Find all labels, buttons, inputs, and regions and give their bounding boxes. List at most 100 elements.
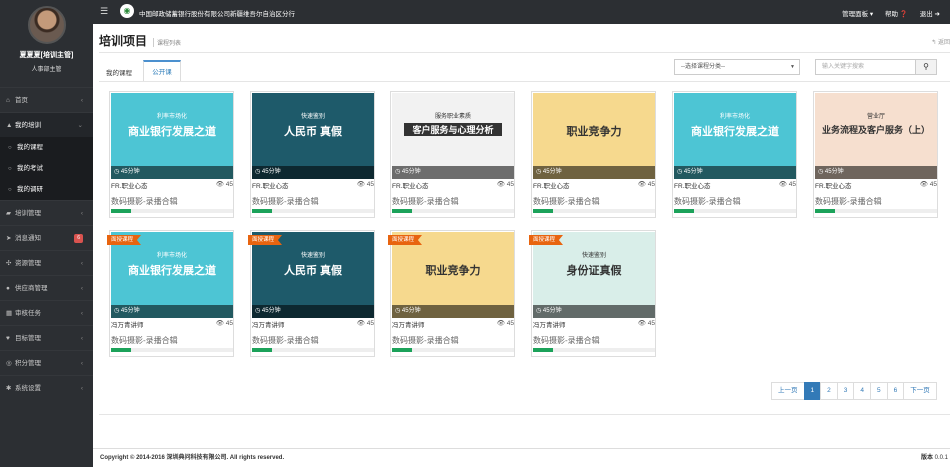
- course-author: FR.职业心态: [674, 183, 711, 190]
- progress-bar: [392, 209, 514, 213]
- divider: [99, 81, 950, 82]
- progress-bar: [111, 209, 233, 213]
- logout-link[interactable]: 退出 ➜: [920, 11, 940, 18]
- coins-icon: ◎: [6, 360, 12, 367]
- sidebar-item[interactable]: ▦ 审核任务 ‹: [0, 300, 93, 325]
- sidebar-item-label: 我的考试: [17, 165, 43, 172]
- sidebar-item[interactable]: ♥ 目标管理 ‹: [0, 325, 93, 350]
- course-thumb-title: 人民币 真假: [283, 265, 343, 277]
- course-author: FR.职业心态: [533, 183, 570, 190]
- management-panel-link[interactable]: 管理面板 ▾: [842, 11, 873, 18]
- menu-toggle-icon[interactable]: ☰: [100, 6, 108, 17]
- course-card[interactable]: 利率市场化 商业银行发展之道 ◷ 45分钟 FR.职业心态 👁 45 数码摄影-录播合辑: [672, 91, 797, 218]
- search-input[interactable]: 输入关键字搜索: [815, 59, 916, 75]
- page-number-button[interactable]: 5: [870, 382, 888, 400]
- page-prev-button[interactable]: 上一页: [771, 382, 805, 400]
- page-number-button[interactable]: 2: [820, 382, 838, 400]
- sidebar-item[interactable]: ➤ 消息通知 6: [0, 225, 93, 250]
- course-meta: 冯万青讲师 👁 45: [533, 319, 655, 329]
- sidebar-item-label: 供应商管理: [15, 285, 48, 292]
- help-link[interactable]: 帮助 ❓: [885, 11, 908, 18]
- course-author: 冯万青讲师: [252, 322, 285, 329]
- course-author: FR.职业心态: [252, 183, 289, 190]
- course-thumbnail[interactable]: 利率市场化 商业银行发展之道 ◷ 45分钟: [111, 93, 233, 179]
- category-select[interactable]: --选择课程分类-- ▼: [674, 59, 800, 75]
- course-thumbnail[interactable]: 快速鉴别 人民币 真假 ◷ 45分钟: [252, 93, 374, 179]
- eye-icon: 👁: [919, 181, 928, 188]
- course-thumb-title: 商业银行发展之道: [128, 265, 216, 277]
- duration-bar: ◷ 45分钟: [111, 166, 233, 179]
- duration-bar: ◷ 45分钟: [252, 166, 374, 179]
- back-link[interactable]: ↰ 返回: [931, 37, 950, 46]
- sidebar: 夏夏夏[培训主管] 人事部主管 ⌂ 首页 ‹ ▲ 我的培训 ⌄ ○ 我的课程 ○ 我的考试 ○ 我的调…: [0, 0, 93, 467]
- course-card[interactable]: 快速鉴别 身份证真假 ◷ 45分钟 面授课程 冯万青讲师 👁 45 数码摄影-录播合辑: [529, 230, 656, 357]
- sidebar-item-label: 消息通知: [15, 235, 41, 242]
- sidebar-item[interactable]: ⌂ 首页 ‹: [0, 87, 93, 112]
- progress-fill: [815, 209, 835, 213]
- sidebar-item[interactable]: ● 供应商管理 ‹: [0, 275, 93, 300]
- view-count: 👁 45: [778, 181, 796, 188]
- page-number-button[interactable]: 4: [853, 382, 871, 400]
- sidebar-subitem[interactable]: ○ 我的考试: [0, 158, 93, 179]
- page-number-button[interactable]: 3: [836, 382, 855, 400]
- sidebar-subitem[interactable]: ○ 我的课程: [0, 137, 93, 158]
- course-ribbon: 面授课程: [107, 235, 142, 245]
- course-author: 冯万青讲师: [111, 322, 144, 329]
- sidebar-item[interactable]: ▲ 我的培训 ⌄: [0, 112, 93, 137]
- course-thumb-title: 商业银行发展之道: [691, 126, 779, 138]
- sidebar-item[interactable]: ✣ 资源管理 ‹: [0, 250, 93, 275]
- chevron-left-icon: ‹: [80, 285, 83, 292]
- course-meta: FR.职业心态 👁 45: [111, 180, 233, 190]
- course-card[interactable]: 利率市场化 商业银行发展之道 ◷ 45分钟 面授课程 冯万青讲师 👁 45 数码摄影-录播合…: [107, 230, 234, 357]
- avatar[interactable]: [27, 6, 66, 44]
- progress-fill: [111, 209, 131, 213]
- version-text: 版本 0.0.1: [920, 455, 948, 461]
- page-number-button[interactable]: 1: [803, 382, 822, 400]
- chevron-left-icon: ‹: [80, 97, 83, 104]
- sidebar-item[interactable]: ✱ 系统设置 ‹: [0, 375, 93, 400]
- course-card[interactable]: 快速鉴别 人民币 真假 ◷ 45分钟 FR.职业心态 👁 45 数码摄影-录播合辑: [250, 91, 375, 218]
- sidebar-item-label: 培训管理: [15, 210, 41, 217]
- sidebar-subitem[interactable]: ○ 我的调研: [0, 179, 93, 200]
- tab-public-courses[interactable]: 公开课: [143, 60, 181, 81]
- duration-bar: ◷ 45分钟: [533, 305, 655, 318]
- duration-bar: ◷ 45分钟: [674, 166, 796, 179]
- progress-bar: [392, 348, 514, 352]
- chevron-left-icon: ‹: [80, 310, 83, 317]
- sidebar-item[interactable]: ▰ 培训管理 ‹: [0, 200, 93, 225]
- chevron-left-icon: ‹: [80, 260, 83, 267]
- course-thumb-title: 职业竞争力: [425, 265, 481, 277]
- course-card[interactable]: 利率市场化 商业银行发展之道 ◷ 45分钟 FR.职业心态 👁 45 数码摄影-录播合辑: [109, 91, 234, 218]
- course-card[interactable]: 服务职业素质 客户服务与心理分析 ◷ 45分钟 FR.职业心态 👁 45 数码摄影-录播合…: [390, 91, 515, 218]
- page-subtitle: 课程列表: [153, 38, 181, 47]
- course-category: 数码摄影-录播合辑: [533, 197, 600, 206]
- sidebar-item-label: 积分管理: [15, 360, 41, 367]
- course-thumbnail[interactable]: 利率市场化商业银行发展之道 ◷ 45分钟: [674, 93, 796, 179]
- profile-name: 夏夏夏[培训主管]: [19, 52, 74, 59]
- sidebar-item[interactable]: ◎ 积分管理 ‹: [0, 350, 93, 375]
- course-meta: 冯万青讲师 👁 45: [392, 319, 514, 329]
- course-tagline: 利率市场化: [719, 114, 750, 120]
- eye-icon: 👁: [637, 181, 646, 188]
- pin-icon: ♥: [6, 335, 10, 342]
- course-card[interactable]: 职业竞争力 ◷ 45分钟 面授课程 冯万青讲师 👁 45 数码摄影-录播合辑: [388, 230, 515, 357]
- search-button[interactable]: ⚲: [915, 59, 937, 75]
- page-number-button[interactable]: 6: [886, 382, 905, 400]
- progress-bar: [111, 348, 233, 352]
- course-tagline: 利率市场化: [156, 253, 187, 259]
- page-next-button[interactable]: 下一页: [903, 382, 937, 400]
- chevron-left-icon: ‹: [80, 210, 83, 217]
- eye-icon: 👁: [356, 181, 365, 188]
- tab-my-courses[interactable]: 我的课程: [106, 67, 132, 77]
- course-author: 冯万青讲师: [533, 322, 566, 329]
- course-card[interactable]: 职业竞争力 ◷ 45分钟 FR.职业心态 👁 45 数码摄影-录播合辑: [531, 91, 656, 218]
- page-title: 培训项目: [99, 34, 148, 48]
- course-thumbnail[interactable]: 职业竞争力 ◷ 45分钟: [533, 93, 655, 179]
- course-thumbnail[interactable]: 营业厅 业务流程及客户服务（上） ◷ 45分钟: [815, 93, 937, 179]
- duration-bar: ◷ 45分钟: [252, 305, 374, 318]
- course-card[interactable]: 快速鉴别 人民币 真假 ◷ 45分钟 面授课程 冯万青讲师 👁 45 数码摄影-录播合辑: [248, 230, 375, 357]
- course-card[interactable]: 营业厅 业务流程及客户服务（上） ◷ 45分钟 FR.职业心态 👁 45 数码摄影-录播合…: [813, 91, 938, 218]
- course-ribbon: 面授课程: [529, 235, 564, 245]
- course-thumb-title: 业务流程及客户服务（上）: [821, 125, 930, 135]
- course-thumbnail[interactable]: 服务职业素质 客户服务与心理分析 ◷ 45分钟: [392, 93, 514, 179]
